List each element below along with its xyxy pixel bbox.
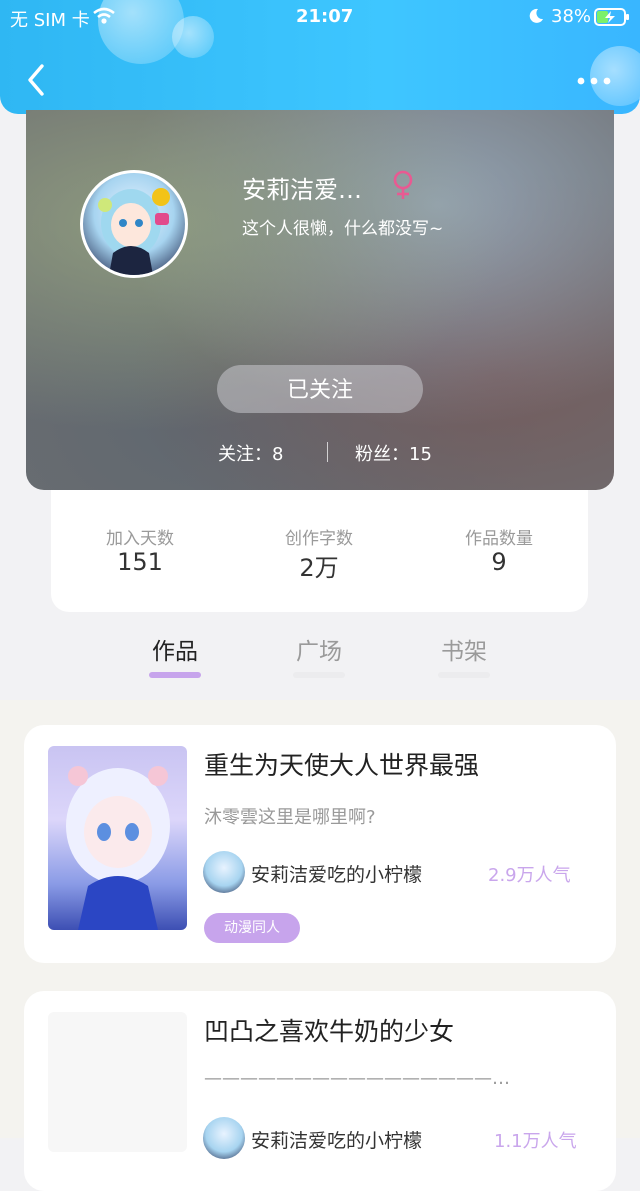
genre-tag[interactable]: 动漫同人 [204,913,300,943]
stat-value-join-days: 151 [117,548,163,576]
tab-plaza-indicator [293,672,345,678]
profile-header-card [26,110,614,490]
female-icon [393,170,413,199]
stat-label-word-count: 创作字数 [285,529,353,549]
back-arrow-icon[interactable] [22,62,50,98]
more-options-icon[interactable] [574,66,614,96]
stat-label-works: 作品数量 [465,529,533,549]
avatar[interactable] [80,170,188,278]
divider [327,442,328,462]
work-title[interactable]: 重生为天使大人世界最强 [204,746,479,782]
battery-percent: 38% [551,6,592,27]
fans-count[interactable]: 粉丝：15 [355,440,432,466]
cover-illustration [66,766,170,930]
wifi-icon [93,7,115,24]
battery-icon [594,8,629,26]
work-cover[interactable] [48,746,187,930]
work-desc: 沐零雲这里是哪里啊? [204,807,376,828]
tab-bookshelf[interactable]: 书架 [419,632,509,666]
avatar-illustration [98,188,170,275]
nickname: 安莉洁爱… [242,176,362,204]
author-name: 安莉洁爱吃的小柠檬 [251,864,423,886]
followed-button[interactable]: 已关注 [217,365,423,413]
moon-icon [529,8,543,23]
bio-text: 这个人很懒，什么都没写~ [242,219,444,239]
stat-value-works: 9 [491,548,507,576]
work-cover[interactable] [48,1012,187,1152]
decor-bubble [172,16,214,58]
tab-bookshelf-indicator [438,672,490,678]
popularity: 2.9万人气 [488,865,571,886]
author-name: 安莉洁爱吃的小柠檬 [251,1130,423,1152]
work-title[interactable]: 凹凸之喜欢牛奶的少女 [204,1012,454,1048]
stat-label-join-days: 加入天数 [106,529,174,549]
tab-works-indicator [149,672,201,678]
author-avatar [203,851,245,893]
work-desc: ————————————————… [204,1068,510,1089]
stat-value-word-count: 2万 [299,554,339,582]
tab-plaza[interactable]: 广场 [274,632,364,666]
tab-works[interactable]: 作品 [130,632,220,666]
author-avatar [203,1117,245,1159]
following-count[interactable]: 关注：8 [218,440,283,466]
clock: 21:07 [296,6,354,27]
carrier-label: 无 SIM 卡 [10,10,90,31]
popularity: 1.1万人气 [494,1131,577,1152]
